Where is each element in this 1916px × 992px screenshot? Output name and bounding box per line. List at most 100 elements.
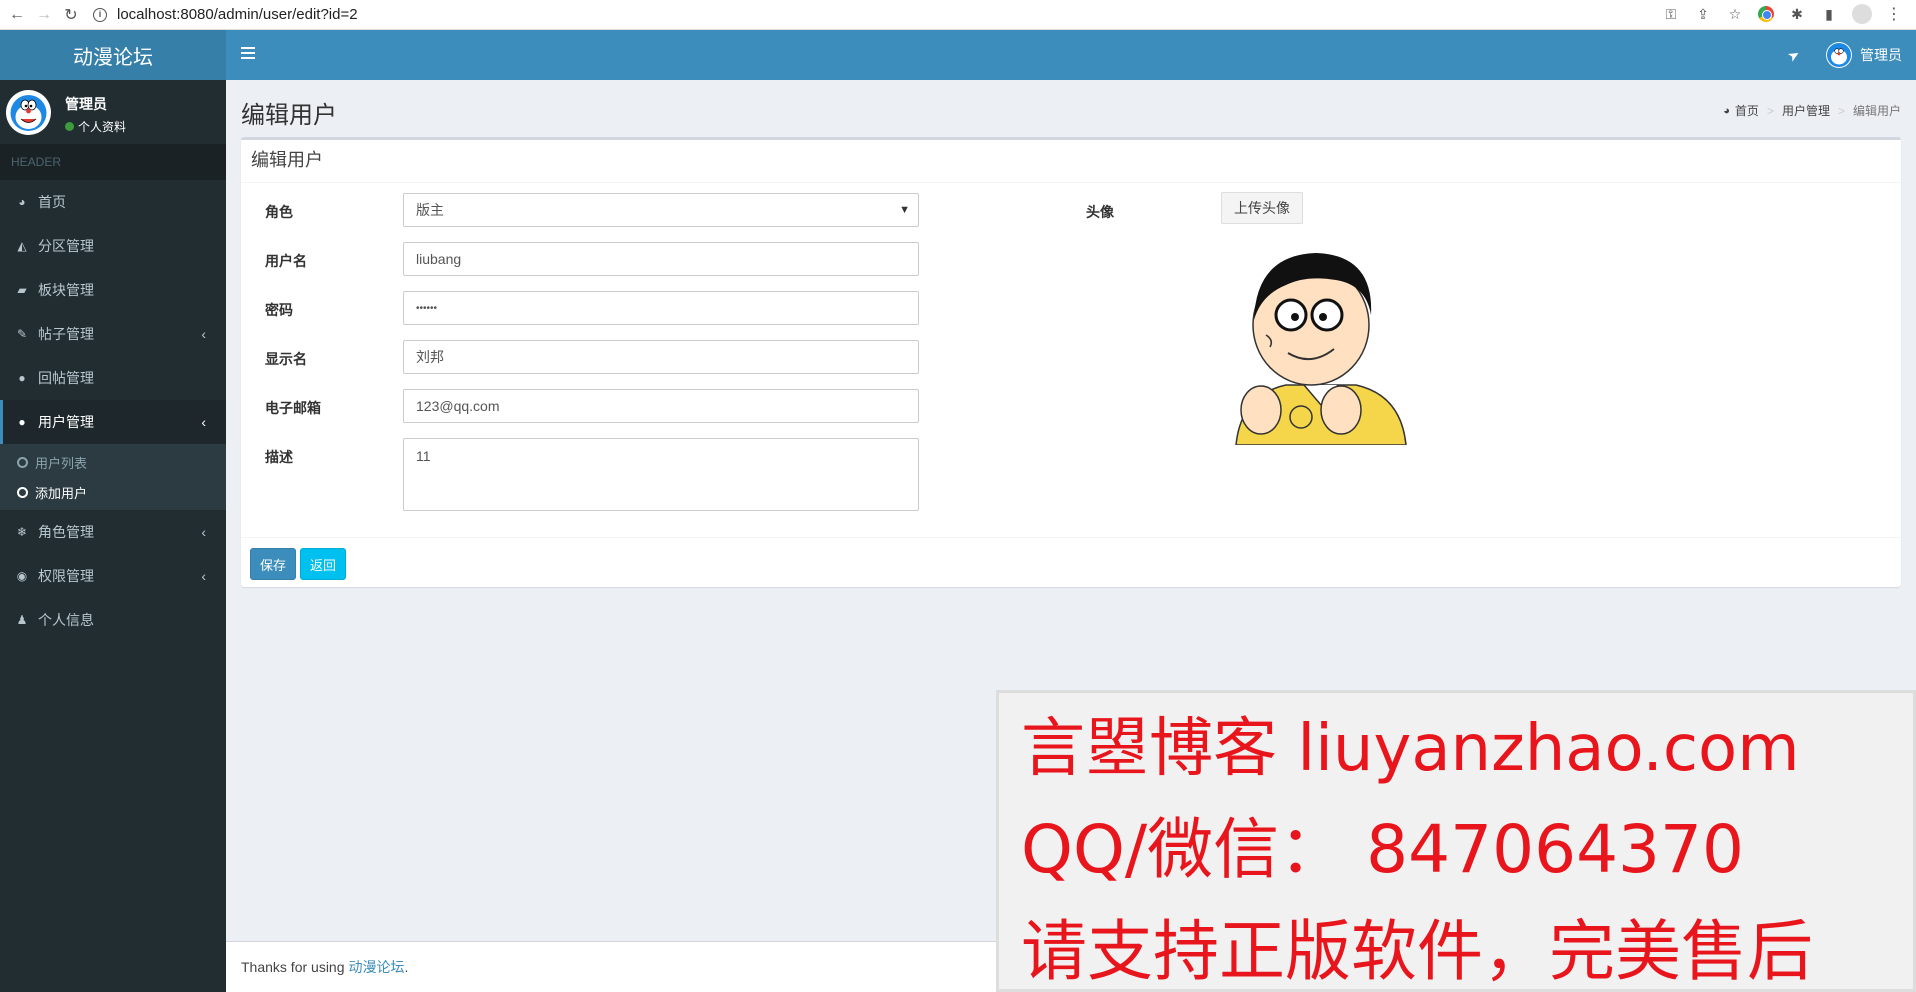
description-textarea[interactable]: 11: [403, 438, 919, 511]
footer-text: Thanks for using: [241, 959, 345, 975]
watermark-line: 言曌博客 liuyanzhao.com: [1021, 712, 1800, 786]
address-bar[interactable]: i localhost:8080/admin/user/edit?id=2: [93, 3, 1633, 27]
breadcrumb-separator: >: [1766, 103, 1774, 118]
sidebar-item-label: 分区管理: [38, 238, 94, 254]
sidebar-item-label: 回帖管理: [38, 370, 94, 386]
app-logo[interactable]: 动漫论坛: [0, 30, 226, 80]
sidebar-item-label: 权限管理: [38, 568, 94, 584]
password-label: 密码: [265, 302, 293, 318]
side-panel-icon[interactable]: ▮: [1820, 5, 1838, 23]
sidebar-item-roles[interactable]: ❄ 角色管理 ‹: [0, 510, 226, 554]
back-arrow-icon[interactable]: ←: [7, 5, 27, 25]
online-status-icon: [65, 122, 74, 131]
url-text: localhost:8080/admin/user/edit?id=2: [117, 6, 358, 23]
user-status[interactable]: 个人资料: [65, 118, 126, 135]
chrome-icon[interactable]: [1758, 6, 1774, 22]
chevron-left-icon: ‹: [201, 524, 206, 540]
extensions-icon[interactable]: ✱: [1788, 5, 1806, 23]
chevron-down-icon: ▼: [899, 204, 910, 216]
chevron-left-icon: ‹: [201, 568, 206, 584]
watermark-overlay: 言曌博客 liuyanzhao.com QQ/微信： 847064370 请支持…: [996, 690, 1916, 992]
sidebar-item-permissions[interactable]: ◉ 权限管理 ‹: [0, 554, 226, 598]
breadcrumb-users[interactable]: 用户管理: [1782, 102, 1830, 119]
more-menu-icon[interactable]: ⋮: [1886, 4, 1902, 24]
sidebar-toggle-icon[interactable]: [241, 46, 255, 60]
role-label: 角色: [265, 204, 293, 220]
forward-arrow-icon[interactable]: →: [34, 5, 54, 25]
footer-link[interactable]: 动漫论坛: [349, 957, 405, 977]
description-label: 描述: [265, 449, 293, 465]
breadcrumb-current: 编辑用户: [1852, 104, 1901, 118]
dashboard-icon: ◕: [1723, 104, 1730, 117]
sidebar-item-profile[interactable]: ♟ 个人信息: [0, 598, 226, 642]
email-label: 电子邮箱: [265, 400, 321, 416]
description-value: 11: [416, 448, 431, 464]
sidebar-subitem-add-user[interactable]: 添加用户: [0, 477, 226, 507]
sidebar-item-label: 首页: [38, 194, 66, 210]
site-info-icon[interactable]: i: [93, 7, 107, 22]
sidebar-item-label: 角色管理: [38, 524, 94, 540]
paint-brush-icon: ✎: [16, 327, 28, 341]
chevron-left-icon: ‹: [201, 414, 206, 430]
paper-plane-icon[interactable]: ➤: [1785, 45, 1804, 66]
sidebar-avatar: [6, 90, 51, 135]
user-status-label: 个人资料: [78, 120, 127, 134]
sidebar-item-label: 个人信息: [38, 612, 94, 628]
sidebar-item-users[interactable]: ● 用户管理 ‹: [0, 400, 226, 444]
breadcrumb-home[interactable]: 首页: [1735, 102, 1759, 119]
sidebar-item-label: 帖子管理: [38, 326, 94, 342]
reload-icon[interactable]: ↻: [61, 5, 81, 25]
watermark-line: QQ/微信： 847064370: [1021, 811, 1745, 888]
role-select-value: 版主: [416, 202, 444, 218]
users-icon: ●: [18, 415, 26, 429]
footer-suffix: .: [404, 959, 409, 975]
chevron-left-icon: ‹: [201, 326, 206, 342]
sidebar-item-zones[interactable]: ◭ 分区管理: [0, 224, 226, 268]
watermark-line: 请支持正版软件，完美售后: [1021, 913, 1813, 990]
user-panel: 管理员 个人资料: [0, 80, 226, 144]
page-title: 编辑用户: [241, 102, 337, 129]
circle-icon: [17, 456, 28, 468]
display-name-field[interactable]: 刘邦: [403, 340, 919, 374]
sidebar-user-name: 管理员: [65, 96, 107, 112]
users-submenu: 用户列表 添加用户: [0, 444, 226, 510]
sidebar-item-replies[interactable]: ● 回帖管理: [0, 356, 226, 400]
box-title: 编辑用户: [241, 140, 1901, 183]
email-field[interactable]: 123@qq.com: [403, 389, 919, 423]
avatar-preview-image: [1226, 245, 1416, 446]
username-label: 用户名: [265, 253, 307, 269]
email-value: 123@qq.com: [416, 398, 500, 414]
role-select[interactable]: 版主 ▼: [403, 193, 919, 227]
box-footer: 保存 返回: [241, 537, 1901, 590]
share-icon[interactable]: ⇪: [1694, 5, 1712, 23]
breadcrumb: ◕ 首页 > 用户管理 > 编辑用户: [1723, 102, 1901, 119]
sidebar-item-label: 板块管理: [38, 282, 94, 298]
sidebar-subitem-user-list[interactable]: 用户列表: [0, 447, 226, 477]
browser-toolbar: ← → ↻ i localhost:8080/admin/user/edit?i…: [0, 0, 1916, 30]
edit-user-box: 编辑用户 角色 版主 ▼ 用户名 liubang 密码 •••••• 显示名 刘…: [241, 137, 1901, 587]
username-value: liubang: [416, 251, 462, 267]
sidebar-item-home[interactable]: ◕ 首页: [0, 180, 226, 224]
profile-icon[interactable]: [1852, 4, 1872, 24]
key-icon[interactable]: ⚿: [1662, 5, 1680, 23]
sidebar-subitem-label: 用户列表: [35, 455, 88, 471]
display-name-label: 显示名: [265, 351, 307, 367]
username-field[interactable]: liubang: [403, 242, 919, 276]
save-button[interactable]: 保存: [250, 548, 296, 580]
sidebar-item-boards[interactable]: ▰ 板块管理: [0, 268, 226, 312]
password-field[interactable]: ••••••: [403, 291, 919, 325]
dashboard-icon: ◕: [18, 195, 26, 209]
top-navbar: ➤ 管理员: [226, 30, 1916, 80]
sidebar: 管理员 个人资料 HEADER ◕ 首页 ◭ 分区管理 ▰ 板块管理 ✎ 帖子管…: [0, 80, 226, 992]
back-button[interactable]: 返回: [300, 548, 346, 580]
avatar-label: 头像: [1086, 204, 1114, 220]
book-icon: ▰: [17, 283, 27, 297]
sidebar-subitem-label: 添加用户: [35, 485, 88, 501]
top-username[interactable]: 管理员: [1860, 45, 1902, 65]
sidebar-item-label: 用户管理: [38, 414, 94, 430]
sidebar-item-posts[interactable]: ✎ 帖子管理 ‹: [0, 312, 226, 356]
star-icon[interactable]: ☆: [1726, 5, 1744, 23]
top-avatar[interactable]: [1826, 42, 1852, 68]
podcast-icon: ◉: [16, 569, 28, 583]
upload-avatar-button[interactable]: 上传头像: [1221, 192, 1303, 224]
